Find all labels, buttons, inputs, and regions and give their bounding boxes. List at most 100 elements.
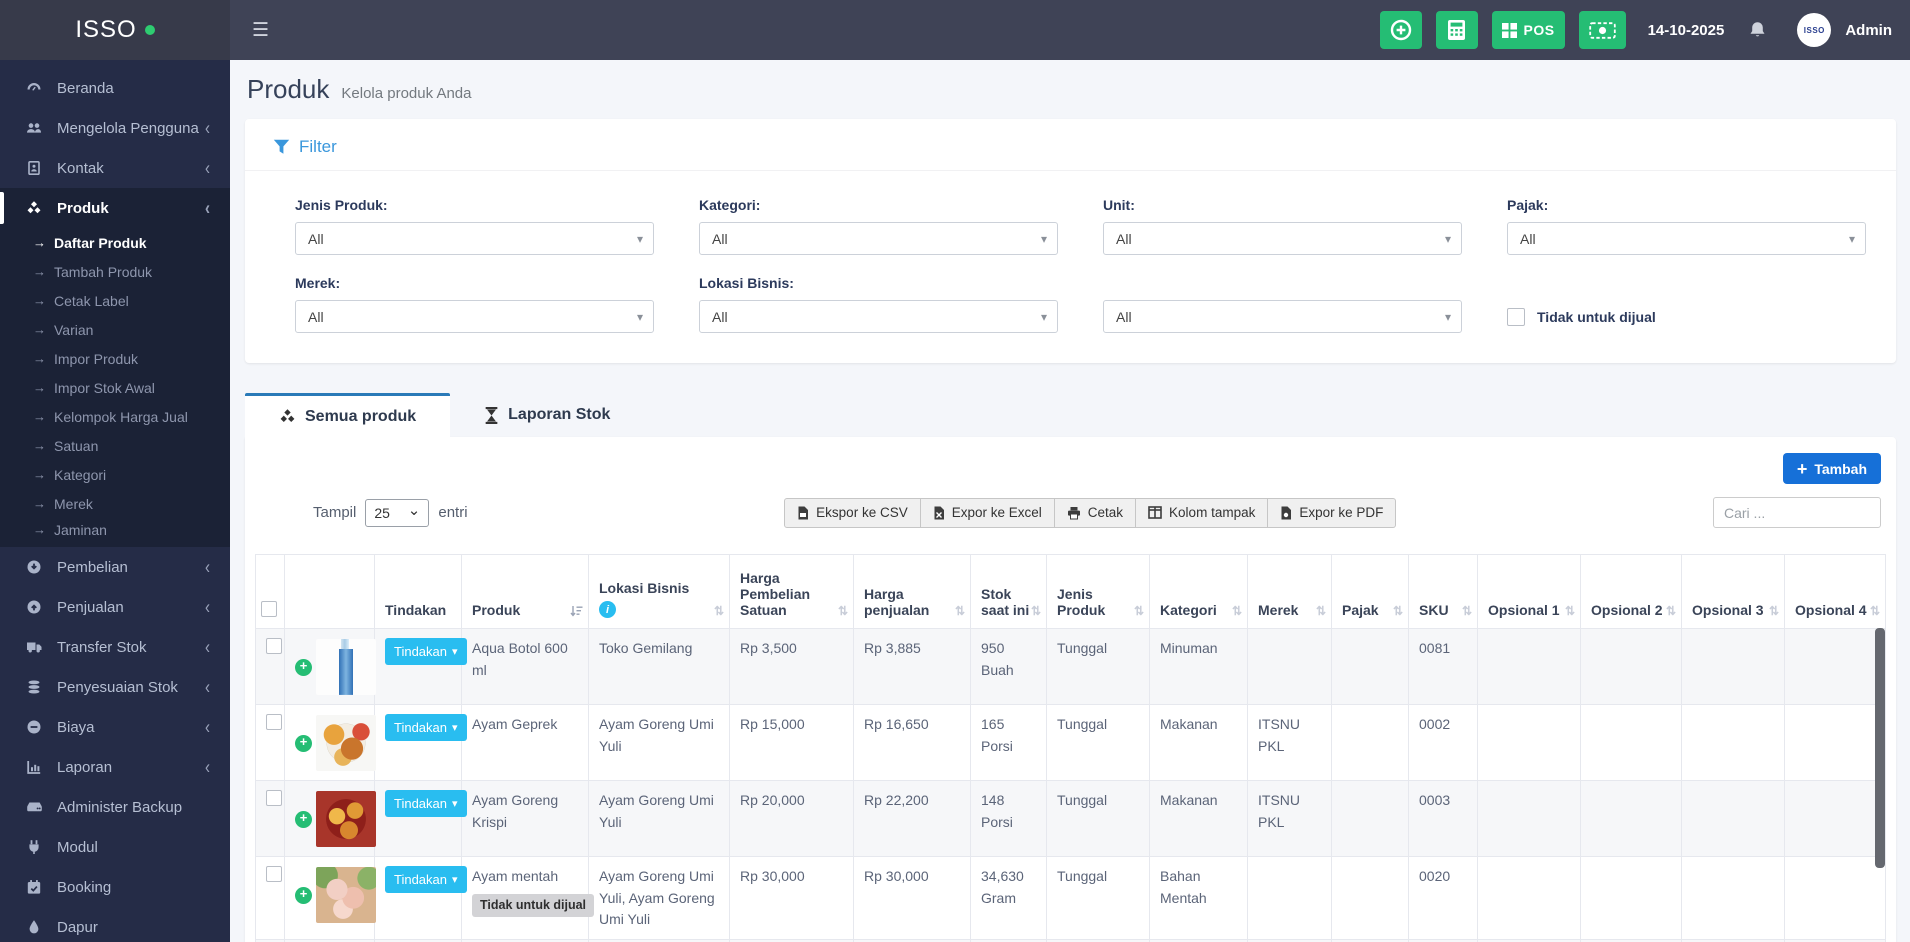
pos-button[interactable]: POS xyxy=(1491,11,1565,49)
product-tabs: Semua produk Laporan Stok xyxy=(245,393,1896,437)
header-label: Opsional 1 xyxy=(1488,602,1560,618)
user-avatar[interactable]: ISSO xyxy=(1797,13,1832,47)
sidebar-item-laporan[interactable]: Laporan ‹ xyxy=(0,747,230,787)
sidebar-item-biaya[interactable]: Biaya ‹ xyxy=(0,707,230,747)
sidebar-subitem-kelompok-harga-jual[interactable]: Kelompok Harga Jual xyxy=(0,402,230,431)
header-stok[interactable]: Stok saat ini xyxy=(970,554,1047,629)
entries-label: entri xyxy=(438,504,468,521)
row-action-button[interactable]: Tindakan xyxy=(385,790,467,817)
export-csv-button[interactable]: Ekspor ke CSV xyxy=(784,497,921,528)
header-opsional-3[interactable]: Opsional 3 xyxy=(1681,554,1785,629)
row-checkbox[interactable] xyxy=(266,866,282,882)
sidebar-subitem-cetak-label[interactable]: Cetak Label xyxy=(0,286,230,315)
sidebar-item-booking[interactable]: Booking xyxy=(0,867,230,907)
sidebar-subitem-jaminan[interactable]: Jaminan xyxy=(0,518,230,547)
sidebar-item-beranda[interactable]: Beranda xyxy=(0,68,230,108)
jenis-produk-select[interactable]: All xyxy=(295,222,654,255)
product-table-panel: Tambah Tampil 25 entri Ekspor ke CSV Exp… xyxy=(245,437,1896,942)
pajak-select[interactable]: All xyxy=(1507,222,1866,255)
sidebar-subitem-varian[interactable]: Varian xyxy=(0,315,230,344)
not-for-sale-checkbox[interactable] xyxy=(1507,308,1525,326)
cell-opsional-2 xyxy=(1580,780,1682,857)
row-checkbox[interactable] xyxy=(266,714,282,730)
export-pdf-button[interactable]: Expor ke PDF xyxy=(1268,497,1397,528)
sidebar-subitem-kategori[interactable]: Kategori xyxy=(0,460,230,489)
sidebar-item-kontak[interactable]: Kontak ‹ xyxy=(0,148,230,188)
sidebar-subitem-merek[interactable]: Merek xyxy=(0,489,230,518)
sidebar-item-transfer-stok[interactable]: Transfer Stok ‹ xyxy=(0,627,230,667)
row-action-button[interactable]: Tindakan xyxy=(385,638,467,665)
logo[interactable]: ISSO xyxy=(0,0,230,60)
table-scrollbar[interactable] xyxy=(1875,628,1885,868)
sidebar-item-produk[interactable]: Produk ‹ xyxy=(0,188,230,228)
username-label[interactable]: Admin xyxy=(1845,22,1892,39)
search-input[interactable] xyxy=(1713,497,1881,528)
sidebar-item-penyesuaian-stok[interactable]: Penyesuaian Stok ‹ xyxy=(0,667,230,707)
header-harga-penjualan[interactable]: Harga penjualan xyxy=(853,554,971,629)
header-opsional-4[interactable]: Opsional 4 xyxy=(1784,554,1886,629)
submenu-label: Impor Produk xyxy=(54,350,139,367)
filter-field-kategori: Kategori: All xyxy=(699,197,1058,255)
header-sku[interactable]: SKU xyxy=(1408,554,1478,629)
print-button[interactable]: Cetak xyxy=(1054,497,1137,528)
sidebar-item-label: Beranda xyxy=(57,79,114,97)
header-merek[interactable]: Merek xyxy=(1247,554,1332,629)
row-checkbox[interactable] xyxy=(266,638,282,654)
sidebar-item-penjualan[interactable]: Penjualan ‹ xyxy=(0,587,230,627)
hamburger-menu-icon[interactable]: ☰ xyxy=(252,19,269,42)
merek-select[interactable]: All xyxy=(295,300,654,333)
info-icon[interactable] xyxy=(599,601,616,618)
unit-select[interactable]: All xyxy=(1103,222,1462,255)
cell-stok: 950 Buah xyxy=(970,628,1047,705)
sidebar-item-label: Modul xyxy=(57,838,98,856)
add-product-button[interactable]: Tambah xyxy=(1782,453,1881,484)
calculator-button[interactable] xyxy=(1435,11,1478,49)
cash-register-button[interactable] xyxy=(1578,11,1626,49)
unlabeled-select[interactable]: All xyxy=(1103,300,1462,333)
lokasi-bisnis-select[interactable]: All xyxy=(699,300,1058,333)
kategori-select[interactable]: All xyxy=(699,222,1058,255)
sidebar-subitem-impor-produk[interactable]: Impor Produk xyxy=(0,344,230,373)
row-action-button[interactable]: Tindakan xyxy=(385,866,467,893)
expand-row-button[interactable] xyxy=(295,658,312,676)
header-jenis-produk[interactable]: Jenis Produk xyxy=(1046,554,1150,629)
header-harga-pembelian[interactable]: Harga Pembelian Satuan xyxy=(729,554,854,629)
row-checkbox[interactable] xyxy=(266,790,282,806)
select-all-checkbox[interactable] xyxy=(261,601,277,617)
row-action-button[interactable]: Tindakan xyxy=(385,714,467,741)
sidebar-item-administer-backup[interactable]: Administer Backup xyxy=(0,787,230,827)
cell-opsional-3 xyxy=(1681,704,1785,781)
header-opsional-1[interactable]: Opsional 1 xyxy=(1477,554,1581,629)
header-produk[interactable]: Produk xyxy=(461,554,589,629)
tab-semua-produk[interactable]: Semua produk xyxy=(245,393,451,437)
sidebar-item-pembelian[interactable]: Pembelian ‹ xyxy=(0,547,230,587)
expand-row-button[interactable] xyxy=(295,734,312,752)
header-lokasi-bisnis[interactable]: Lokasi Bisnis xyxy=(588,554,730,629)
sidebar-item-label: Penyesuaian Stok xyxy=(57,678,178,696)
quick-add-button[interactable] xyxy=(1379,11,1422,49)
sidebar-item-modul[interactable]: Modul xyxy=(0,827,230,867)
export-excel-button[interactable]: Expor ke Excel xyxy=(920,497,1055,528)
sidebar-subitem-satuan[interactable]: Satuan xyxy=(0,431,230,460)
sidebar-subitem-daftar-produk[interactable]: Daftar Produk xyxy=(0,228,230,257)
printer-icon xyxy=(1067,506,1081,520)
tab-laporan-stok[interactable]: Laporan Stok xyxy=(450,393,644,437)
export-button-label: Expor ke PDF xyxy=(1299,505,1384,520)
expand-row-button[interactable] xyxy=(295,810,312,828)
column-visibility-button[interactable]: Kolom tampak xyxy=(1136,497,1269,528)
sidebar-subitem-impor-stok-awal[interactable]: Impor Stok Awal xyxy=(0,373,230,402)
sidebar-subitem-tambah-produk[interactable]: Tambah Produk xyxy=(0,257,230,286)
cell-harga-penjualan: Rp 3,885 xyxy=(853,628,971,705)
header-label: Opsional 3 xyxy=(1692,602,1764,618)
not-for-sale-filter: Tidak untuk dijual xyxy=(1507,301,1866,333)
header-kategori[interactable]: Kategori xyxy=(1149,554,1248,629)
sidebar-item-dapur[interactable]: Dapur xyxy=(0,907,230,942)
sidebar-item-mengelola-pengguna[interactable]: Mengelola Pengguna ‹ xyxy=(0,108,230,148)
header-pajak[interactable]: Pajak xyxy=(1331,554,1409,629)
header-opsional-2[interactable]: Opsional 2 xyxy=(1580,554,1682,629)
notifications-bell-icon[interactable] xyxy=(1748,20,1767,40)
cell-kategori: Minuman xyxy=(1149,628,1248,705)
cell-merek: ITSNU PKL xyxy=(1247,704,1332,781)
page-length-select[interactable]: 25 xyxy=(365,498,430,527)
expand-row-button[interactable] xyxy=(295,886,312,904)
